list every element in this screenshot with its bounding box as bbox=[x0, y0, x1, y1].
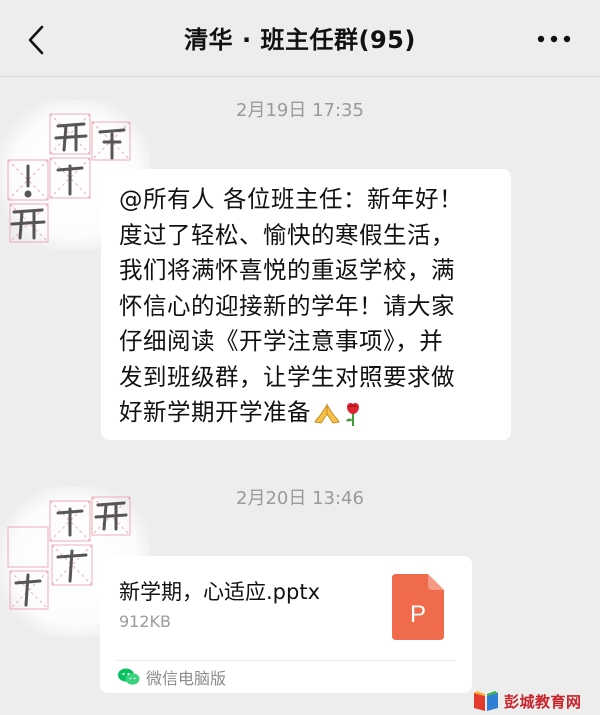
back-button[interactable] bbox=[22, 22, 50, 58]
text-message-bubble[interactable]: @所有人 各位班主任：新年好！ 度过了轻松、愉快的寒假生活， 我们将满怀喜悦的重… bbox=[92, 169, 511, 440]
file-source: 微信电脑版 bbox=[118, 666, 226, 688]
message-line: 发到班级群，让学生对照要求做 bbox=[119, 362, 455, 391]
book-icon bbox=[474, 691, 498, 711]
message-line: @所有人 各位班主任：新年好！ bbox=[119, 185, 463, 213]
message-line: 仔细阅读《开学注意事项》，并 bbox=[119, 327, 444, 355]
message-line: 度过了轻松、愉快的寒假生活， bbox=[119, 220, 455, 249]
chat-title: 清华 · 班主任群(95) bbox=[184, 26, 416, 54]
message-line-last: 好新学期开学准备 bbox=[119, 395, 495, 431]
file-size: 912KB bbox=[119, 612, 172, 631]
message-line: 怀信心的迎接新的学年！请大家 bbox=[119, 291, 455, 320]
pptx-file-icon: P bbox=[392, 574, 444, 640]
rose-emoji bbox=[346, 402, 359, 426]
wechat-icon bbox=[118, 668, 140, 685]
folded-hands-emoji bbox=[314, 402, 340, 424]
file-icon-letter: P bbox=[410, 601, 426, 628]
message-line: 我们将满怀喜悦的重返学校，满 bbox=[119, 256, 455, 284]
more-button[interactable] bbox=[534, 27, 574, 51]
file-source-label: 微信电脑版 bbox=[146, 669, 227, 688]
file-name: 新学期，心适应.pptx bbox=[119, 580, 320, 604]
watermark-text: 彭城教育网 bbox=[504, 692, 582, 711]
more-dots-icon bbox=[537, 35, 571, 43]
message-line: 好新学期开学准备 bbox=[119, 398, 311, 426]
file-message-card[interactable]: 新学期，心适应.pptx 912KB P 微信电脑版 bbox=[91, 556, 472, 693]
watermark: 彭城教育网 bbox=[472, 687, 592, 715]
chevron-left-icon bbox=[28, 25, 44, 55]
divider bbox=[116, 660, 456, 661]
chat-header: 清华 · 班主任群(95) bbox=[0, 0, 600, 77]
